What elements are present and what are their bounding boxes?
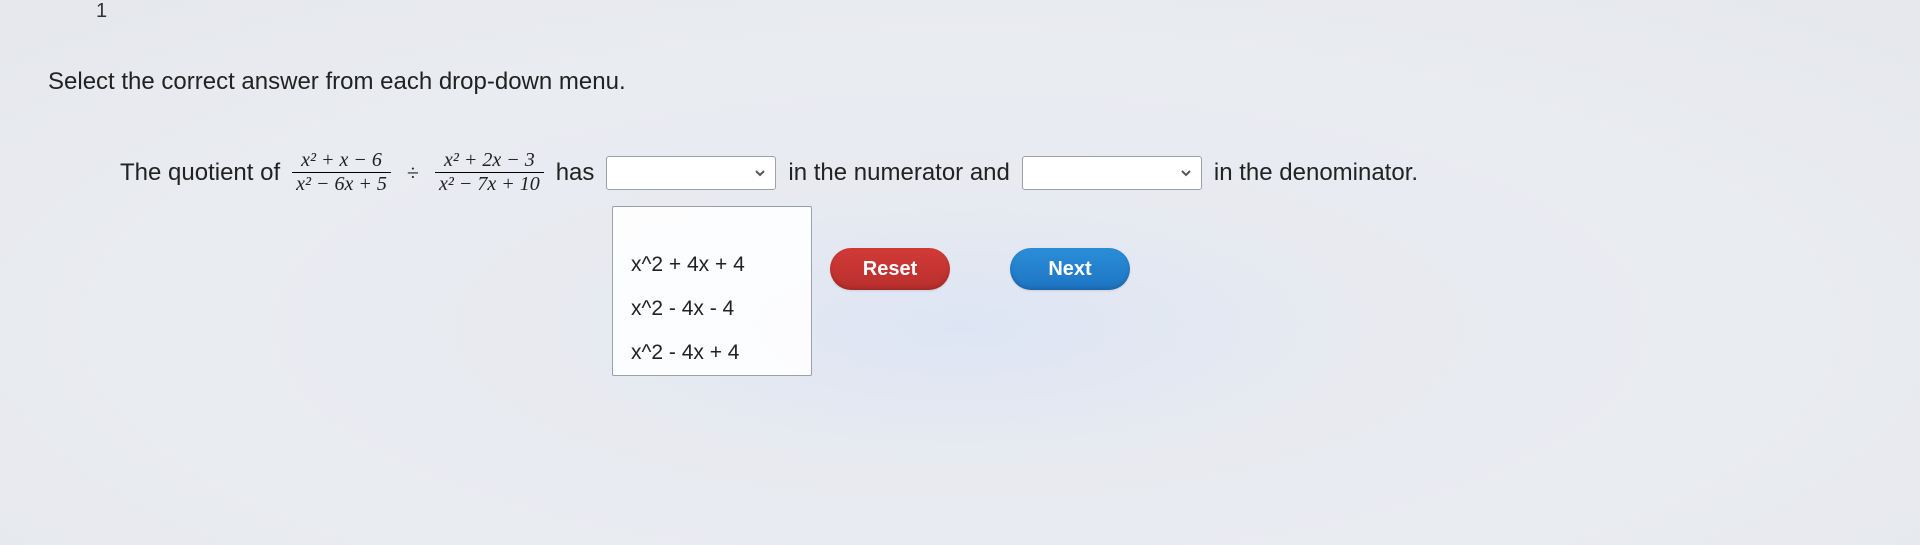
division-symbol: ÷ xyxy=(403,160,423,186)
fraction-1: x² + x − 6 x² − 6x + 5 xyxy=(292,150,391,195)
denominator-select[interactable] xyxy=(1022,156,1202,190)
sentence-has: has xyxy=(556,159,595,187)
action-button-row: Reset Next xyxy=(830,248,1130,290)
reset-button[interactable]: Reset xyxy=(830,248,950,290)
dropdown-option[interactable]: x^2 - 4x - 4 xyxy=(613,287,811,331)
sentence-tail: in the denominator. xyxy=(1214,159,1418,187)
sentence-lead: The quotient of xyxy=(120,159,280,187)
fraction-1-denominator: x² − 6x + 5 xyxy=(292,172,391,195)
question-number: 1 xyxy=(96,0,107,23)
fraction-2: x² + 2x − 3 x² − 7x + 10 xyxy=(435,150,544,195)
fraction-1-numerator: x² + x − 6 xyxy=(297,150,386,172)
dropdown-option[interactable]: x^2 + 4x + 4 xyxy=(613,243,811,287)
numerator-dropdown-panel: x^2 + 4x + 4 x^2 - 4x - 4 x^2 - 4x + 4 xyxy=(612,206,812,376)
next-button[interactable]: Next xyxy=(1010,248,1130,290)
numerator-select[interactable] xyxy=(606,156,776,190)
fraction-2-numerator: x² + 2x − 3 xyxy=(440,150,539,172)
chevron-down-icon xyxy=(1179,166,1193,180)
sentence-mid: in the numerator and xyxy=(788,159,1009,187)
chevron-down-icon xyxy=(753,166,767,180)
dropdown-option[interactable]: x^2 - 4x + 4 xyxy=(613,331,811,375)
instruction-text: Select the correct answer from each drop… xyxy=(48,68,626,96)
fraction-2-denominator: x² − 7x + 10 xyxy=(435,172,544,195)
question-sentence: The quotient of x² + x − 6 x² − 6x + 5 ÷… xyxy=(120,150,1418,195)
